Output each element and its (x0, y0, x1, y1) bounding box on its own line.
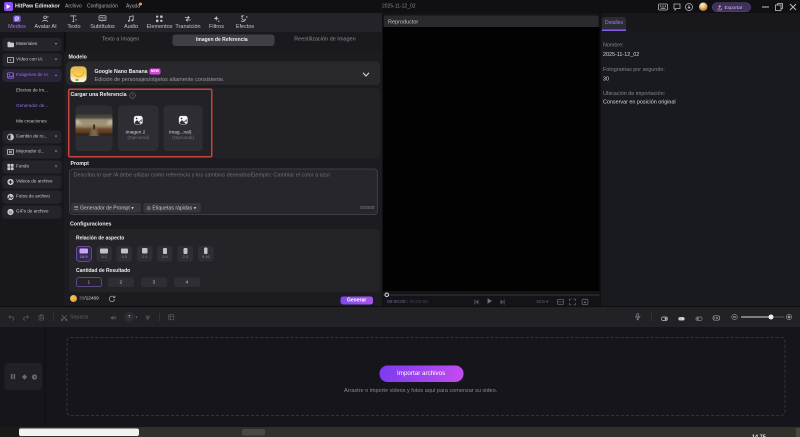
svg-text:G: G (9, 210, 12, 214)
